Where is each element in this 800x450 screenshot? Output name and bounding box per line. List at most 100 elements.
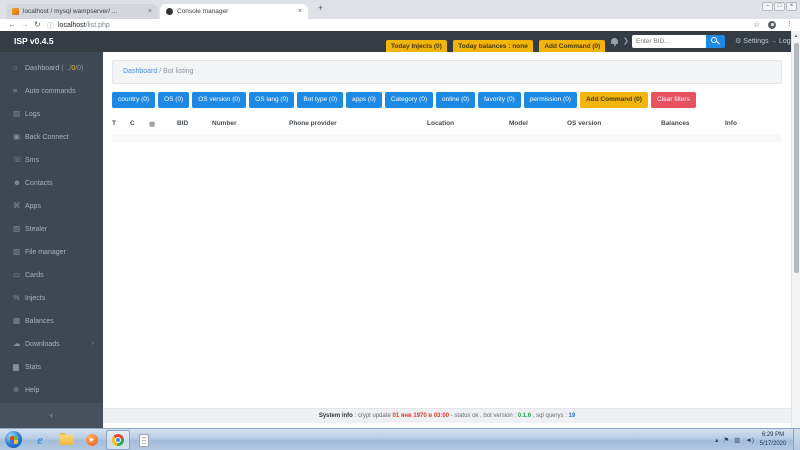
- sidebar-item-logs[interactable]: ▤Logs: [0, 102, 103, 125]
- sidebar-item-auto-commands[interactable]: ≡Auto commands: [0, 79, 103, 102]
- chevron-right-icon: ›: [92, 332, 94, 355]
- bell-icon[interactable]: [611, 38, 618, 44]
- filter-apps-button[interactable]: apps (0): [346, 92, 382, 108]
- sidebar-item-file-manager[interactable]: ▧File manager: [0, 240, 103, 263]
- tab-console-manager[interactable]: Console manager ×: [160, 4, 308, 19]
- site-info-icon[interactable]: ⓘ: [47, 21, 54, 31]
- back-icon[interactable]: ←: [8, 20, 16, 29]
- sidebar-item-cards[interactable]: ▭Cards: [0, 263, 103, 286]
- scrollbar-thumb[interactable]: [794, 43, 799, 273]
- search-button[interactable]: [706, 35, 725, 48]
- dashboard-count-prefix: ( ../: [61, 65, 71, 72]
- file-manager-icon: ▧: [13, 240, 25, 263]
- volume-icon[interactable]: ◄): [745, 437, 754, 444]
- column-header-bid[interactable]: BID: [177, 120, 212, 133]
- browser-menu-icon[interactable]: ⋮: [786, 20, 793, 28]
- sidebar-item-downloads[interactable]: ☁Downloads›: [0, 332, 103, 355]
- sidebar-item-label: Sms: [25, 157, 39, 164]
- network-icon[interactable]: ▥: [734, 436, 740, 444]
- header-buttons: Today Injects (0) Today balances : none …: [386, 35, 607, 54]
- clock-date: 5/17/2020: [755, 440, 791, 449]
- chrome-icon: [112, 434, 124, 446]
- filter-favority-button[interactable]: favority (0): [478, 92, 521, 108]
- taskbar-notepad[interactable]: [132, 430, 156, 450]
- restore-button[interactable]: □: [774, 2, 785, 11]
- new-tab-button[interactable]: +: [318, 3, 323, 13]
- column-header-os-version[interactable]: OS version: [567, 120, 661, 133]
- show-desktop-button[interactable]: [793, 429, 800, 450]
- tray-expand-icon[interactable]: ▴: [715, 436, 718, 444]
- forward-icon[interactable]: →: [21, 20, 29, 29]
- wrench-icon: ⚙: [735, 38, 741, 45]
- taskbar-file-explorer[interactable]: [54, 430, 78, 450]
- injects-icon: %: [13, 286, 25, 309]
- taskbar-internet-explorer[interactable]: e: [28, 430, 52, 450]
- reload-icon[interactable]: ↻: [34, 20, 41, 29]
- add-command-button[interactable]: Add Command (0): [580, 92, 648, 108]
- tab-localhost[interactable]: localhost / mysql wampserver/ ... ×: [6, 4, 158, 19]
- action-center-flag-icon[interactable]: ⚑: [723, 436, 729, 444]
- auto-commands-icon: ≡: [13, 79, 25, 102]
- settings-link[interactable]: ⚙Settings: [735, 31, 769, 52]
- sidebar-item-injects[interactable]: %Injects: [0, 286, 103, 309]
- filter-country-button[interactable]: country (0): [112, 92, 155, 108]
- sidebar-item-label: Downloads: [25, 341, 60, 348]
- page-scrollbar[interactable]: ▲: [791, 31, 800, 428]
- breadcrumb-current: Bot listing: [163, 68, 193, 75]
- calendar-icon[interactable]: ▦: [149, 120, 177, 133]
- profile-avatar[interactable]: [768, 21, 776, 29]
- media-player-icon: ▶: [86, 434, 98, 446]
- tab-close-icon[interactable]: ×: [298, 8, 302, 15]
- start-button[interactable]: [5, 431, 22, 448]
- sidebar-item-contacts[interactable]: ☻Contacts: [0, 171, 103, 194]
- sidebar-item-stealer[interactable]: ▥Stealer: [0, 217, 103, 240]
- sidebar-item-label: Back Connect: [25, 134, 69, 141]
- minimize-button[interactable]: –: [762, 2, 773, 11]
- url-host: localhost: [58, 22, 86, 29]
- filter-os-button[interactable]: OS (0): [158, 92, 189, 108]
- clear-filters-button[interactable]: Clear filters: [651, 92, 696, 108]
- sign-out-icon: →: [770, 38, 777, 45]
- sidebar-item-stats[interactable]: ▆Stats: [0, 355, 103, 378]
- filter-permission-button[interactable]: permission (0): [524, 92, 577, 108]
- sidebar-item-help[interactable]: ⊕Help: [0, 378, 103, 401]
- filter-os-version-button[interactable]: OS version (0): [192, 92, 246, 108]
- sidebar-collapse-button[interactable]: ‹: [0, 403, 103, 428]
- column-header-phone-provider[interactable]: Phone provider: [289, 120, 427, 133]
- filter-bot-type-button[interactable]: Bot type (0): [297, 92, 343, 108]
- crypt-update-label: crypt update: [358, 413, 393, 419]
- bookmark-star-icon[interactable]: ☆: [753, 20, 760, 29]
- taskbar-clock[interactable]: 6:29 PM 5/17/2020: [755, 431, 791, 449]
- clock-time: 6:29 PM: [755, 431, 791, 440]
- scrollbar-up-arrow-icon[interactable]: ▲: [792, 31, 800, 41]
- sidebar-item-balances[interactable]: ▦Balances: [0, 309, 103, 332]
- filter-os-lang-button[interactable]: OS lang (0): [249, 92, 294, 108]
- url-field[interactable]: localhost/list.php: [58, 22, 110, 29]
- column-header-c[interactable]: C: [130, 120, 149, 133]
- table-header-row: T C ▦ BID Number Phone provider Location…: [112, 120, 782, 133]
- column-header-t[interactable]: T: [112, 120, 130, 133]
- sidebar-item-apps[interactable]: ⌘Apps: [0, 194, 103, 217]
- sidebar-item-sms[interactable]: ☏Sms: [0, 148, 103, 171]
- column-header-balances[interactable]: Balances: [661, 120, 725, 133]
- filter-online-button[interactable]: online (0): [436, 92, 475, 108]
- bid-search-input[interactable]: [632, 35, 706, 48]
- help-icon: ⊕: [13, 378, 25, 401]
- close-button[interactable]: ×: [786, 2, 797, 11]
- tab-close-icon[interactable]: ×: [148, 8, 152, 15]
- browser-tab-strip: localhost / mysql wampserver/ ... × Cons…: [0, 0, 800, 19]
- cards-icon: ▭: [13, 263, 25, 286]
- column-header-location[interactable]: Location: [427, 120, 509, 133]
- column-header-info[interactable]: Info: [725, 120, 782, 133]
- breadcrumb-dashboard-link[interactable]: Dashboard: [123, 68, 157, 75]
- column-header-number[interactable]: Number: [212, 120, 289, 133]
- sidebar-item-back-connect[interactable]: ▣Back Connect: [0, 125, 103, 148]
- taskbar-media-player[interactable]: ▶: [80, 430, 104, 450]
- column-header-model[interactable]: Model: [509, 120, 567, 133]
- filter-category-button[interactable]: Category (0): [385, 92, 433, 108]
- sidebar-item-dashboard[interactable]: ⌂Dashboard ( ../0/0): [0, 56, 103, 79]
- taskbar-chrome-active[interactable]: [106, 430, 130, 450]
- chevron-right-icon[interactable]: ❯: [623, 31, 629, 52]
- sidebar: ⌂Dashboard ( ../0/0) ≡Auto commands ▤Log…: [0, 52, 103, 428]
- crypt-update-date: 01 янв 1970 в 03:00: [393, 413, 450, 419]
